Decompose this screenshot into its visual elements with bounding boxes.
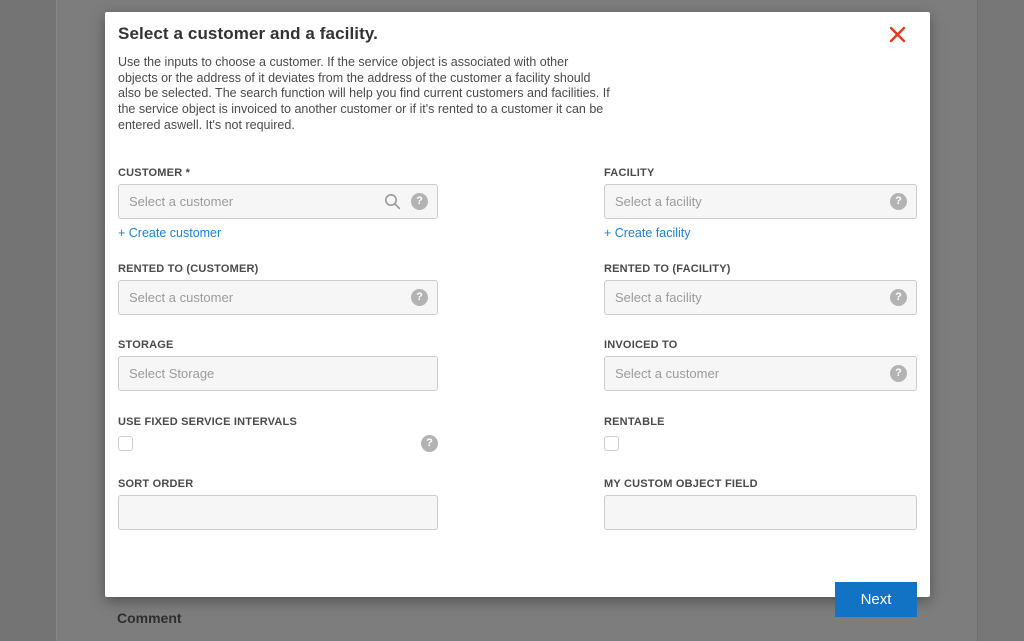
background-sidebar — [0, 0, 57, 641]
form-column-left: CUSTOMER * ? + Create customer — [118, 167, 438, 530]
invoiced-to-input[interactable] — [604, 355, 917, 391]
use-fixed-service-intervals-help-icon[interactable]: ? — [421, 435, 438, 453]
rented-to-customer-help-icon[interactable]: ? — [411, 288, 428, 306]
search-icon[interactable] — [384, 193, 401, 210]
invoiced-to-field-group: INVOICED TO ? — [604, 339, 917, 391]
select-customer-facility-modal: Select a customer and a facility. Use th… — [105, 12, 930, 617]
my-custom-object-field-label: MY CUSTOM OBJECT FIELD — [604, 477, 758, 490]
modal-description: Use the inputs to choose a customer. If … — [118, 55, 610, 132]
facility-field-group: FACILITY ? + Create facility — [604, 167, 917, 242]
use-fixed-service-intervals-checkbox[interactable] — [118, 436, 133, 452]
rented-to-facility-help-icon[interactable]: ? — [890, 288, 907, 306]
invoiced-to-help-icon[interactable]: ? — [890, 364, 907, 382]
rented-to-customer-label: RENTED TO (CUSTOMER) — [118, 262, 259, 275]
rentable-checkbox[interactable] — [604, 436, 619, 452]
sort-order-label: SORT ORDER — [118, 477, 194, 490]
rented-to-customer-field-group: RENTED TO (CUSTOMER) ? — [118, 263, 438, 315]
modal-header: Select a customer and a facility. — [118, 24, 917, 46]
create-facility-link[interactable]: + Create facility — [604, 226, 691, 240]
modal-footer: Next — [118, 581, 917, 617]
rentable-label: RENTABLE — [604, 415, 665, 428]
sort-order-field-group: SORT ORDER — [118, 478, 438, 530]
close-icon — [888, 26, 907, 47]
background-right-panel — [977, 0, 1024, 641]
my-custom-object-field-group: MY CUSTOM OBJECT FIELD — [604, 478, 917, 530]
rentable-field-group: RENTABLE — [604, 416, 917, 452]
modal-title: Select a customer and a facility. — [118, 24, 378, 43]
use-fixed-service-intervals-label: USE FIXED SERVICE INTERVALS — [118, 415, 297, 428]
close-button[interactable] — [886, 23, 909, 46]
facility-help-icon[interactable]: ? — [890, 192, 907, 210]
rented-to-facility-field-group: RENTED TO (FACILITY) ? — [604, 263, 917, 315]
rented-to-facility-label: RENTED TO (FACILITY) — [604, 262, 731, 275]
rented-to-facility-input[interactable] — [604, 279, 917, 315]
modal-form: CUSTOMER * ? + Create customer — [118, 167, 917, 530]
create-customer-link[interactable]: + Create customer — [118, 226, 221, 240]
use-fixed-service-intervals-field-group: USE FIXED SERVICE INTERVALS ? — [118, 415, 438, 453]
customer-field-group: CUSTOMER * ? + Create customer — [118, 167, 438, 242]
customer-help-icon[interactable]: ? — [411, 192, 428, 210]
facility-label: FACILITY — [604, 166, 655, 179]
sort-order-input[interactable] — [118, 494, 438, 530]
next-button[interactable]: Next — [835, 581, 917, 617]
customer-label: CUSTOMER * — [118, 166, 191, 179]
storage-input[interactable] — [118, 355, 438, 391]
invoiced-to-label: INVOICED TO — [604, 338, 678, 351]
facility-input[interactable] — [604, 183, 917, 219]
rented-to-customer-input[interactable] — [118, 279, 438, 315]
form-column-right: FACILITY ? + Create facility RENTED TO (… — [604, 167, 917, 530]
storage-label: STORAGE — [118, 338, 174, 351]
storage-field-group: STORAGE — [118, 339, 438, 391]
my-custom-object-field-input[interactable] — [604, 494, 917, 530]
